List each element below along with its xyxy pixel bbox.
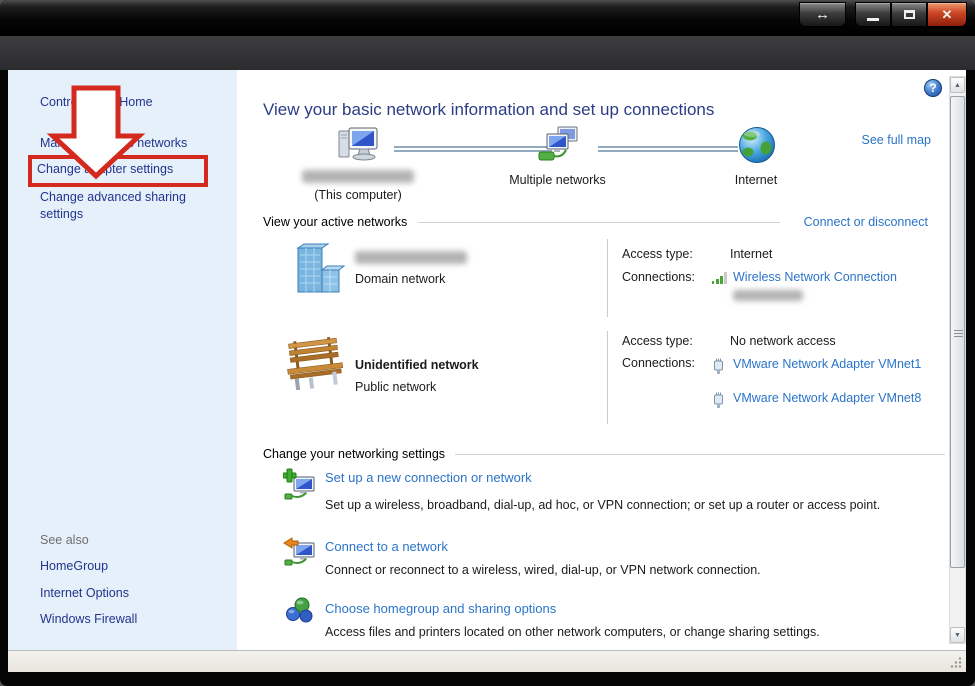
minimize-icon xyxy=(867,18,879,21)
close-icon: ✕ xyxy=(942,7,953,23)
close-button[interactable]: ✕ xyxy=(927,2,967,27)
domain-name-blurred xyxy=(355,251,467,264)
access-type-label: Access type: xyxy=(622,334,693,348)
maximize-icon xyxy=(904,10,915,19)
resize-arrows-icon: ↔ xyxy=(815,6,830,23)
this-computer-icon[interactable] xyxy=(336,124,382,168)
sidebar-item-windows-firewall[interactable]: Windows Firewall xyxy=(40,612,137,626)
vmnet8-link[interactable]: VMware Network Adapter VMnet8 xyxy=(733,390,923,407)
connect-disconnect-link[interactable]: Connect or disconnect xyxy=(790,215,928,229)
divider xyxy=(455,454,945,455)
access-type-label: Access type: xyxy=(622,247,693,261)
sidebar: Control Panel Home Manage wireless netwo… xyxy=(8,70,237,650)
title-bar: ↔ ✕ xyxy=(0,0,975,36)
map-link-line xyxy=(598,146,738,152)
domain-network-icon[interactable] xyxy=(291,242,345,300)
divider xyxy=(607,239,608,317)
connections-label: Connections: xyxy=(622,270,695,284)
window-body: Control Panel Home Manage wireless netwo… xyxy=(8,70,966,650)
setup-connection-link[interactable]: Set up a new connection or network xyxy=(325,470,532,485)
access-type-value: Internet xyxy=(730,247,772,261)
setup-connection-desc: Set up a wireless, broadband, dial-up, a… xyxy=(325,498,880,512)
public-network-type: Public network xyxy=(355,380,436,394)
internet-label: Internet xyxy=(716,173,796,187)
access-type-value: No network access xyxy=(730,334,836,348)
active-networks-header: View your active networks xyxy=(263,215,407,229)
connect-network-link[interactable]: Connect to a network xyxy=(325,539,448,554)
maximize-button[interactable] xyxy=(891,2,927,27)
help-button[interactable]: ? xyxy=(924,79,942,97)
divider xyxy=(607,331,608,424)
question-mark-icon: ? xyxy=(929,81,936,95)
resize-grip-icon[interactable] xyxy=(950,656,963,669)
sidebar-item-internet-options[interactable]: Internet Options xyxy=(40,586,129,600)
connections-label: Connections: xyxy=(622,356,695,370)
homegroup-options-link[interactable]: Choose homegroup and sharing options xyxy=(325,601,556,616)
sidebar-item-homegroup[interactable]: HomeGroup xyxy=(40,559,108,573)
unidentified-network-name: Unidentified network xyxy=(355,358,479,372)
divider xyxy=(418,222,780,223)
computer-name-blurred xyxy=(302,170,414,183)
main-content: ? View your basic network information an… xyxy=(237,70,950,650)
wireless-connection-link[interactable]: Wireless Network Connection xyxy=(733,270,897,284)
multiple-networks-icon[interactable] xyxy=(536,124,582,168)
sidebar-item-manage-wireless[interactable]: Manage wireless networks xyxy=(40,136,187,150)
sidebar-item-advanced-sharing[interactable]: Change advanced sharing settings xyxy=(40,189,218,223)
this-computer-label: (This computer) xyxy=(292,188,424,202)
connect-network-icon xyxy=(283,534,317,568)
network-sharing-center-window: ↔ ✕ ← → ▾ ▸ Control Panel ▸ xyxy=(0,0,975,686)
status-bar xyxy=(8,650,966,672)
scrollbar[interactable]: ▲ ▼ xyxy=(949,76,966,644)
ethernet-adapter-icon xyxy=(712,357,725,374)
domain-network-type: Domain network xyxy=(355,272,445,286)
minimize-button[interactable] xyxy=(855,2,891,27)
resize-button[interactable]: ↔ xyxy=(799,2,846,27)
map-link-line xyxy=(394,146,552,152)
scroll-down-button[interactable]: ▼ xyxy=(950,627,965,643)
scroll-up-icon: ▲ xyxy=(954,82,961,89)
homegroup-icon xyxy=(285,596,315,626)
homegroup-options-desc: Access files and printers located on oth… xyxy=(325,625,820,639)
internet-globe-icon[interactable] xyxy=(737,125,777,165)
vmnet1-link[interactable]: VMware Network Adapter VMnet1 xyxy=(733,356,923,373)
scroll-up-button[interactable]: ▲ xyxy=(950,77,965,93)
public-network-bench-icon[interactable] xyxy=(283,336,347,390)
wifi-signal-icon xyxy=(711,271,729,285)
sidebar-item-change-adapter-settings[interactable]: Change adapter settings xyxy=(37,162,173,176)
ethernet-adapter-icon xyxy=(712,391,725,408)
see-also-header: See also xyxy=(40,533,89,547)
scroll-down-icon: ▼ xyxy=(954,632,961,639)
page-title: View your basic network information and … xyxy=(263,100,714,120)
new-connection-icon xyxy=(283,468,317,502)
scrollbar-grip-icon xyxy=(954,330,963,331)
scrollbar-thumb[interactable] xyxy=(950,96,965,568)
sidebar-item-control-panel-home[interactable]: Control Panel Home xyxy=(40,95,153,109)
connect-network-desc: Connect or reconnect to a wireless, wire… xyxy=(325,563,761,577)
address-bar: ← → ▾ ▸ Control Panel ▸ All Control Pane… xyxy=(0,36,975,70)
networking-settings-header: Change your networking settings xyxy=(263,447,445,461)
ssid-blurred xyxy=(733,290,803,301)
see-full-map-link[interactable]: See full map xyxy=(849,133,931,147)
multiple-networks-label: Multiple networks xyxy=(495,173,620,187)
